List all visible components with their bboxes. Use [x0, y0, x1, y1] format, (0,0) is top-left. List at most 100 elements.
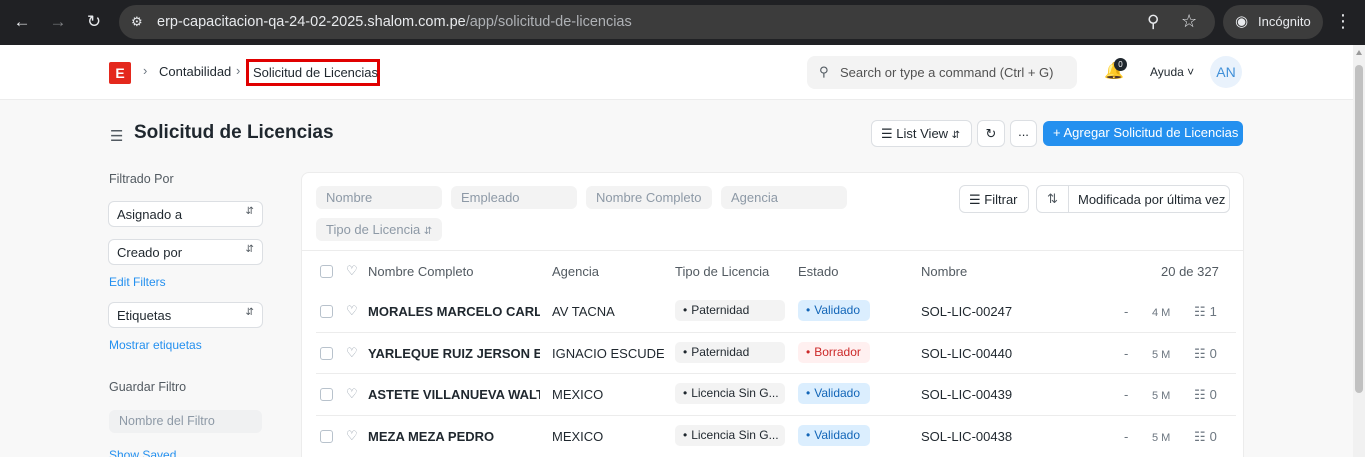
incognito-icon: ◉ — [1235, 13, 1249, 30]
help-dropdown[interactable]: Ayuda ˅ — [1150, 65, 1194, 79]
column-header-agencia: Agencia — [552, 264, 599, 279]
breadcrumb-solicitud-de-licencias[interactable]: Solicitud de Licencias — [246, 59, 380, 86]
status-dot-icon: • — [683, 386, 688, 400]
scroll-up-arrow-icon[interactable] — [1356, 50, 1362, 55]
filter-name-input[interactable]: Nombre del Filtro — [109, 410, 262, 433]
comment-count[interactable]: ☷ 0 — [1194, 387, 1217, 403]
filter-button-label: Filtrar — [984, 192, 1018, 207]
notification-badge: 0 — [1114, 58, 1127, 71]
zoom-icon[interactable]: ⚲ — [1147, 12, 1159, 32]
cell-nombre-completo[interactable]: YARLEQUE RUIZ JERSON ELIEZ — [368, 346, 540, 361]
comment-count-label: 1 — [1209, 304, 1217, 319]
comment-icon: ☷ — [1194, 304, 1206, 319]
comment-count-label: 0 — [1209, 429, 1217, 444]
cell-nombre-completo[interactable]: ASTETE VILLANUEVA WALTER — [368, 387, 540, 402]
type-pill-label: Paternidad — [691, 345, 750, 359]
cell-dash: - — [1124, 304, 1129, 319]
user-avatar[interactable]: AN — [1210, 56, 1242, 88]
sort-field-label[interactable]: Modificada por última vez — [1078, 192, 1225, 207]
comment-count[interactable]: ☷ 1 — [1194, 304, 1217, 320]
status-dot-icon: • — [806, 303, 811, 317]
sort-direction-icon[interactable]: ⇅ — [1037, 186, 1069, 212]
filter-tipo-licencia-label: Tipo de Licencia — [326, 222, 421, 237]
show-tags-link[interactable]: Mostrar etiquetas — [109, 338, 202, 352]
row-checkbox[interactable] — [320, 347, 333, 360]
url-text[interactable]: erp-capacitacion-qa-24-02-2025.shalom.co… — [157, 14, 632, 30]
cell-nombre-completo[interactable]: MEZA MEZA PEDRO — [368, 429, 540, 444]
row-divider — [316, 332, 1236, 333]
comment-count[interactable]: ☷ 0 — [1194, 346, 1217, 362]
save-filter-heading: Guardar Filtro — [109, 380, 187, 394]
refresh-button[interactable]: ↻ — [977, 120, 1005, 147]
comment-count-label: 0 — [1209, 387, 1217, 402]
sort-control[interactable]: ⇅ Modificada por última vez — [1036, 185, 1230, 213]
command-search-input[interactable]: ⚲ Search or type a command (Ctrl + G) — [807, 56, 1077, 89]
heart-icon[interactable]: ♡ — [346, 428, 358, 444]
comment-count[interactable]: ☷ 0 — [1194, 429, 1217, 445]
tags-select[interactable]: Etiquetas ⇵ — [108, 302, 263, 328]
comment-count-label: 0 — [1209, 346, 1217, 361]
app-logo[interactable]: E — [109, 62, 131, 84]
url-host: erp-capacitacion-qa-24-02-2025.shalom.co… — [157, 14, 466, 30]
heart-icon[interactable]: ♡ — [346, 345, 358, 361]
incognito-indicator[interactable]: ◉ Incógnito — [1223, 5, 1323, 39]
type-pill-label: Licencia Sin G... — [691, 428, 779, 442]
back-arrow-icon[interactable]: ← — [11, 11, 33, 33]
bookmark-star-icon[interactable]: ☆ — [1181, 11, 1197, 32]
filter-tipo-licencia-select[interactable]: Tipo de Licencia ⇵ — [316, 218, 442, 241]
type-pill: • Paternidad — [675, 342, 785, 363]
type-pill: • Licencia Sin G... — [675, 383, 785, 404]
search-placeholder: Search or type a command (Ctrl + G) — [840, 65, 1054, 80]
show-saved-link[interactable]: Show Saved — [109, 448, 176, 457]
add-solicitud-button[interactable]: + Agregar Solicitud de Licencias — [1043, 121, 1243, 146]
edit-filters-link[interactable]: Edit Filters — [109, 275, 166, 289]
divider — [302, 250, 1243, 251]
status-badge: • Borrador — [798, 342, 870, 363]
cell-agencia: AV TACNA — [552, 304, 615, 319]
row-checkbox[interactable] — [320, 305, 333, 318]
heart-icon[interactable]: ♡ — [346, 303, 358, 319]
chevron-down-icon: ˅ — [1187, 65, 1195, 79]
modified-ago: 5 M — [1152, 349, 1171, 361]
row-checkbox[interactable] — [320, 430, 333, 443]
created-by-select[interactable]: Creado por ⇵ — [108, 239, 263, 265]
cell-dash: - — [1124, 346, 1129, 361]
list-view-switcher[interactable]: ☰ List View ⇵ — [871, 120, 972, 147]
type-pill-label: Paternidad — [691, 303, 750, 317]
type-pill-label: Licencia Sin G... — [691, 386, 779, 400]
heart-icon: ♡ — [346, 263, 358, 278]
filter-button[interactable]: ☰ Filtrar — [959, 185, 1029, 213]
status-dot-icon: • — [683, 303, 688, 317]
scrollbar-thumb[interactable] — [1355, 65, 1363, 393]
browser-menu-icon[interactable]: ⋮ — [1334, 11, 1352, 32]
forward-arrow-icon[interactable]: → — [47, 11, 69, 33]
filter-lines-icon: ☰ — [969, 192, 981, 207]
status-dot-icon: • — [806, 386, 811, 400]
address-bar[interactable]: ⚙ erp-capacitacion-qa-24-02-2025.shalom.… — [119, 5, 1215, 39]
status-badge-label: Validado — [814, 428, 861, 442]
assigned-to-select[interactable]: Asignado a ⇵ — [108, 201, 263, 227]
list-icon: ☰ — [881, 126, 893, 141]
record-count: 20 de 327 — [1161, 264, 1219, 279]
more-actions-button[interactable]: ... — [1010, 120, 1037, 147]
filter-nombre-input[interactable]: Nombre — [316, 186, 442, 209]
row-checkbox[interactable] — [320, 388, 333, 401]
column-header-tipo-licencia: Tipo de Licencia — [675, 264, 770, 279]
site-settings-icon[interactable]: ⚙ — [131, 13, 149, 31]
select-all-checkbox[interactable] — [320, 265, 333, 278]
filter-empleado-input[interactable]: Empleado — [451, 186, 577, 209]
browser-toolbar: ← → ↻ ⚙ erp-capacitacion-qa-24-02-2025.s… — [0, 0, 1365, 45]
breadcrumb-contabilidad[interactable]: Contabilidad — [159, 64, 231, 79]
status-badge: • Validado — [798, 425, 870, 446]
sort-arrows-icon: ⇵ — [951, 130, 961, 141]
chevron-right-icon: › — [143, 63, 148, 78]
cell-agencia: IGNACIO ESCUDE... — [552, 346, 664, 361]
page-scrollbar[interactable] — [1353, 45, 1365, 457]
cell-nombre-completo[interactable]: MORALES MARCELO CARLOS — [368, 304, 540, 319]
heart-icon[interactable]: ♡ — [346, 386, 358, 402]
help-label: Ayuda — [1150, 65, 1184, 79]
reload-icon[interactable]: ↻ — [83, 11, 105, 33]
filter-agencia-input[interactable]: Agencia — [721, 186, 847, 209]
sidebar-toggle-icon[interactable]: ☰ — [110, 127, 123, 145]
filter-nombre-completo-input[interactable]: Nombre Completo — [586, 186, 712, 209]
